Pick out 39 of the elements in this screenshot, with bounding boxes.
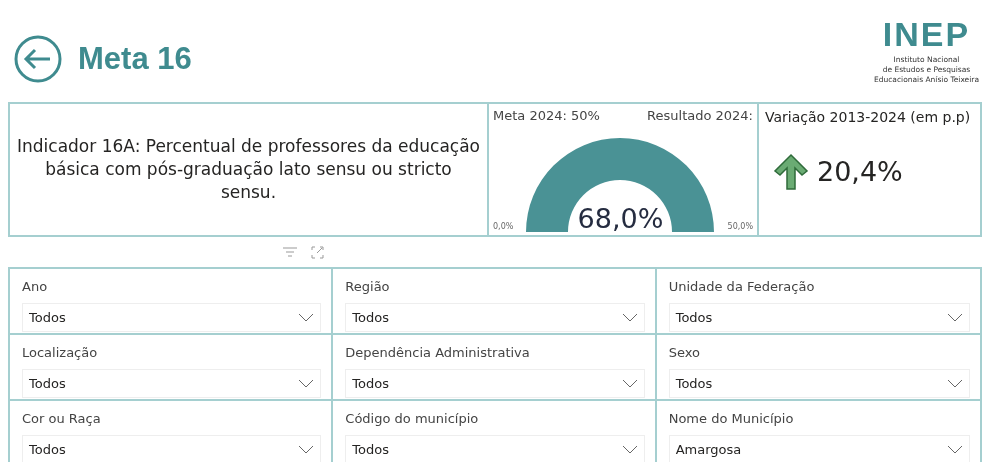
filter-label: Dependência Administrativa: [345, 344, 531, 362]
filter-dropdown[interactable]: Todos: [668, 368, 970, 398]
focus-mode-icon[interactable]: [311, 245, 324, 259]
filter-label: Sexo: [668, 344, 701, 362]
filter-dropdown[interactable]: Todos: [345, 368, 645, 398]
filter-dropdown[interactable]: Todos: [345, 434, 645, 462]
chevron-down-icon: [298, 312, 315, 322]
page-title: Meta 16: [78, 39, 192, 78]
filter-icon[interactable]: [283, 247, 297, 257]
filter-dropdown[interactable]: Todos: [22, 434, 322, 462]
logo: INEP: [882, 17, 971, 52]
variation-title: Variação 2013-2024 (em p.p): [765, 108, 972, 127]
filter-label: Unidade da Federação: [668, 278, 816, 296]
chevron-down-icon: [298, 444, 315, 454]
gauge-max-label: 50,0%: [727, 221, 753, 233]
chevron-down-icon: [621, 444, 638, 454]
filter-dropdown[interactable]: Todos: [345, 302, 645, 332]
gauge-min-label: 0,0%: [493, 221, 514, 233]
variation-value: 20,4%: [817, 154, 903, 189]
filter-dropdown[interactable]: Todos: [22, 368, 322, 398]
chevron-down-icon: [298, 378, 315, 388]
filter-label: Cor ou Raça: [22, 410, 102, 428]
gauge-value: 68,0%: [577, 201, 664, 236]
filter-label: Ano: [22, 278, 49, 296]
filter-label: Código do município: [345, 410, 480, 428]
chevron-down-icon: [947, 378, 963, 388]
filter-dropdown[interactable]: Todos: [22, 302, 322, 332]
filter-label: Localização: [22, 344, 99, 362]
result-label: Resultado 2024:: [647, 107, 753, 125]
chevron-down-icon: [947, 444, 963, 454]
filter-dropdown[interactable]: Amargosa: [668, 434, 970, 462]
indicator-text: Indicador 16A: Percentual de professores da educação básica com pós-graduação lato sensu ou stricto sensu.: [16, 135, 481, 204]
filter-label: Nome do Município: [668, 410, 795, 428]
target-label: Meta 2024: 50%: [493, 107, 600, 125]
chevron-down-icon: [621, 378, 638, 388]
chevron-down-icon: [947, 312, 963, 322]
filter-dropdown[interactable]: Todos: [668, 302, 970, 332]
filter-label: Região: [345, 278, 391, 296]
chevron-down-icon: [621, 312, 638, 322]
